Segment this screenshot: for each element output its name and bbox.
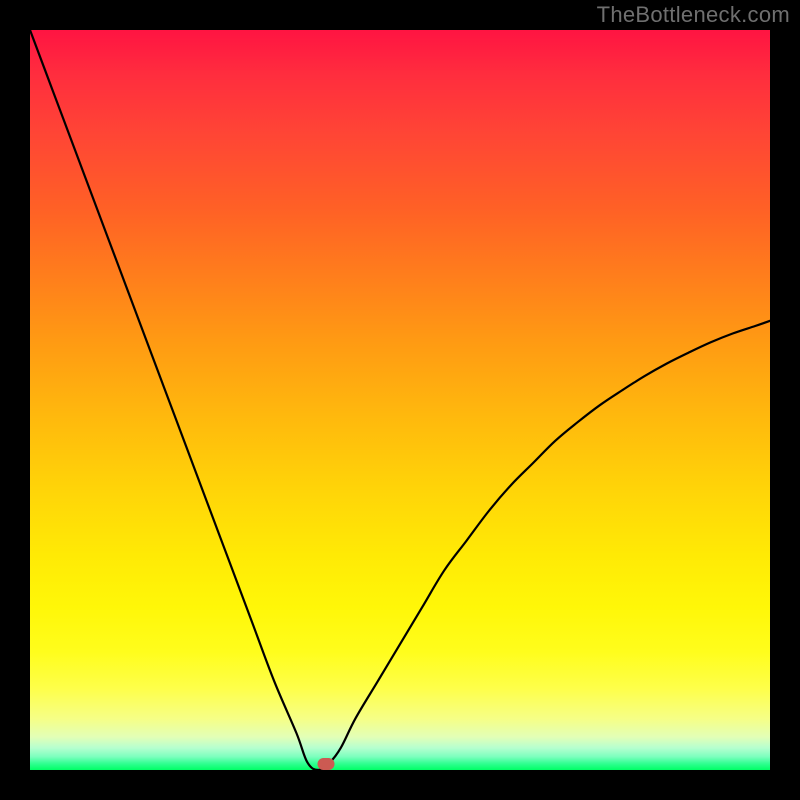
bottleneck-curve: [30, 30, 770, 770]
watermark-text: TheBottleneck.com: [597, 2, 790, 28]
plot-area: [30, 30, 770, 770]
chart-frame: TheBottleneck.com: [0, 0, 800, 800]
optimal-marker: [318, 758, 335, 770]
